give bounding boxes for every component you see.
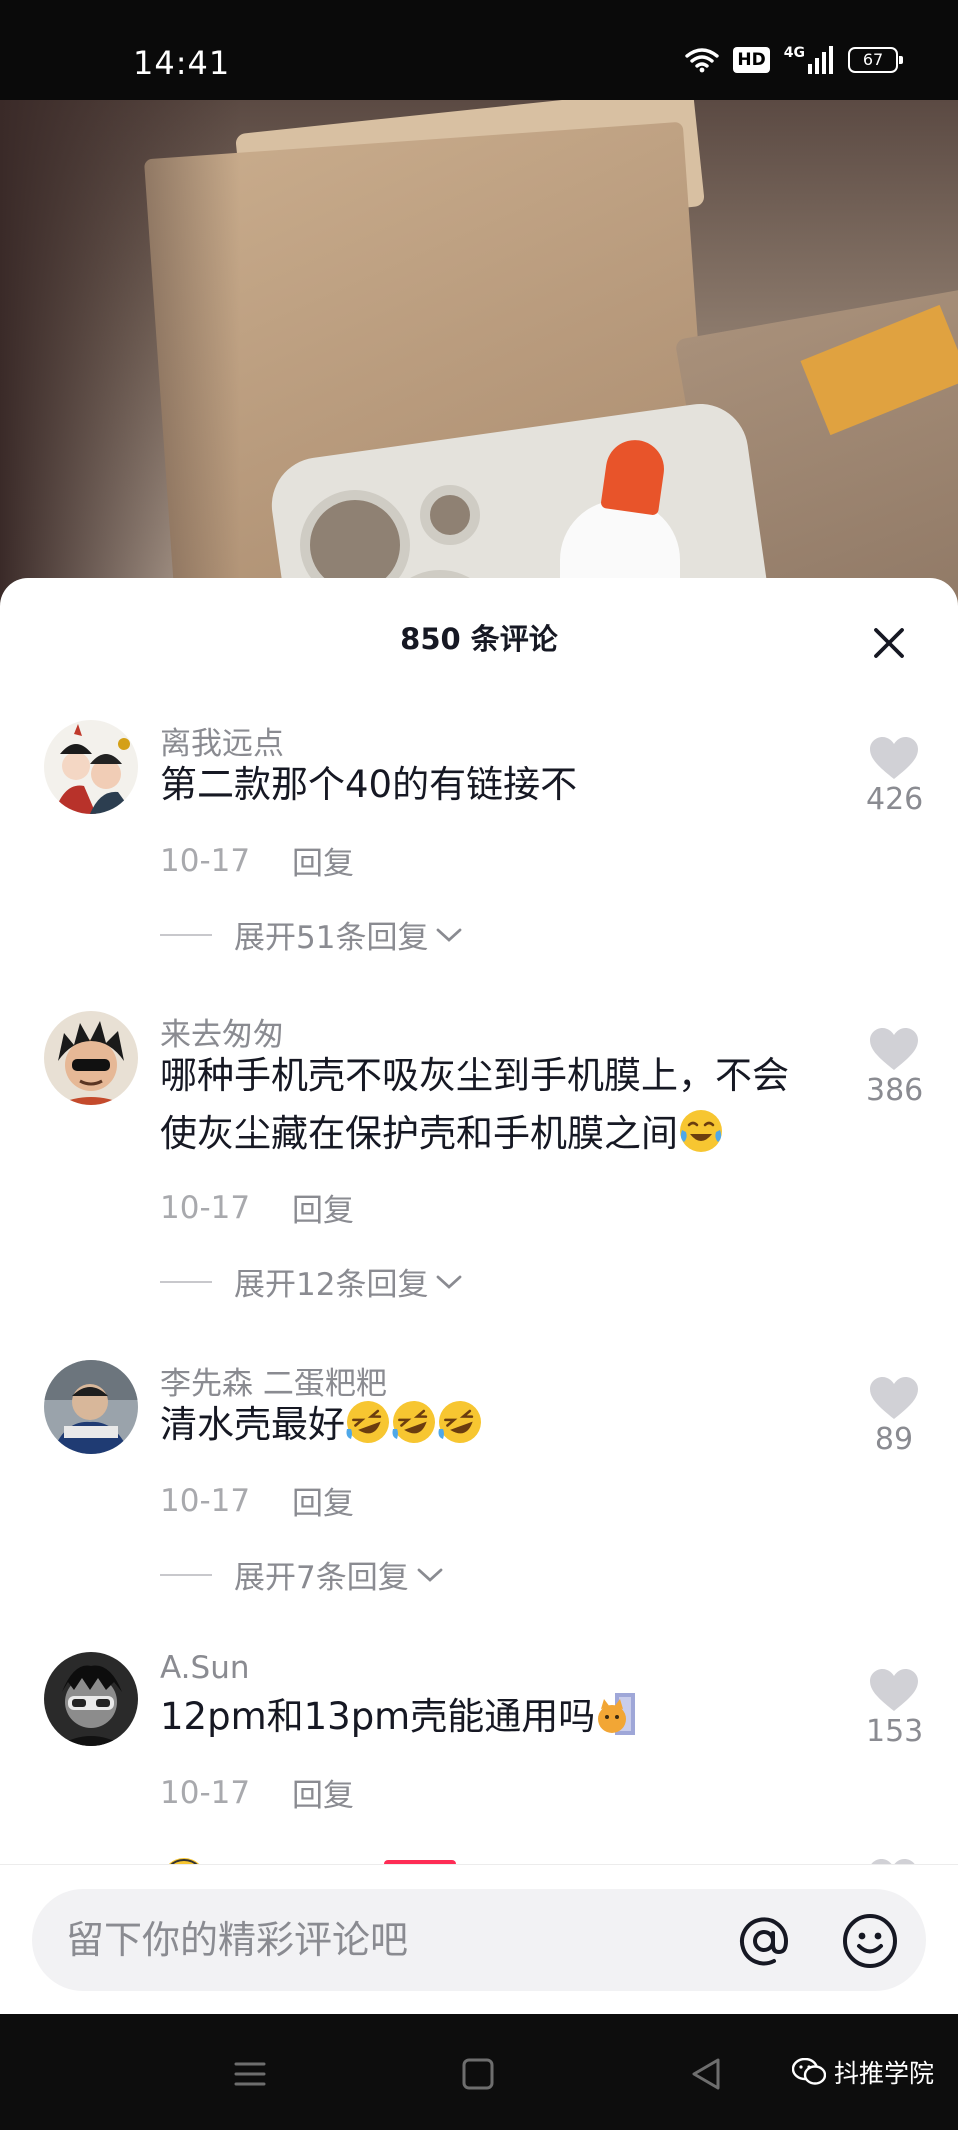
like-button[interactable]: 426 xyxy=(866,736,924,817)
comment-count-title: 850 条评论 xyxy=(400,622,558,656)
comment-date: 10-17 xyxy=(160,842,251,879)
peeking-cat-emoji xyxy=(598,1693,636,1735)
hd-badge: HD xyxy=(733,47,770,73)
like-count: 386 xyxy=(866,1073,924,1108)
close-icon[interactable] xyxy=(866,620,912,666)
comment-text: 第二款那个40的有链接不 xyxy=(160,756,820,814)
video-background[interactable] xyxy=(0,100,958,620)
comment-meta: 10-17 回复 xyxy=(160,838,354,883)
status-time: 14:41 xyxy=(133,44,231,82)
rolling-laughing-emoji xyxy=(346,1401,389,1443)
expand-replies-button[interactable]: 展开51条回复 xyxy=(160,912,464,957)
comment-text-content: 第二款那个40的有链接不 xyxy=(160,763,578,806)
signal-icon xyxy=(808,46,833,74)
like-count: 89 xyxy=(874,1422,914,1457)
crying-laughing-emoji xyxy=(680,1110,722,1152)
comment-text-content: 12pm和13pm壳能通用吗 xyxy=(160,1695,596,1738)
chevron-down-icon xyxy=(417,1568,443,1582)
rolling-laughing-emoji xyxy=(438,1401,481,1443)
avatar[interactable] xyxy=(44,1011,138,1105)
like-count: 426 xyxy=(866,782,924,817)
menu-icon[interactable] xyxy=(230,2054,270,2094)
video-shadow xyxy=(0,100,240,620)
heart-icon xyxy=(870,1028,918,1070)
comment-input-bar xyxy=(0,1864,958,2014)
comment-date: 10-17 xyxy=(160,1482,251,1519)
back-icon[interactable] xyxy=(686,2054,726,2094)
expand-replies-button[interactable]: 展开7条回复 xyxy=(160,1552,445,1597)
chevron-down-icon xyxy=(437,928,462,942)
expand-divider xyxy=(160,1573,212,1576)
rolling-laughing-emoji xyxy=(392,1401,435,1443)
at-icon[interactable] xyxy=(734,1911,794,1971)
video-lens-2 xyxy=(420,485,480,545)
wifi-icon xyxy=(685,48,720,73)
reply-button[interactable]: 回复 xyxy=(292,1478,354,1523)
like-button[interactable]: 153 xyxy=(866,1668,924,1749)
reply-button[interactable]: 回复 xyxy=(292,1770,354,1815)
signal-group: 4G xyxy=(784,46,834,74)
reply-button[interactable]: 回复 xyxy=(292,1185,354,1230)
comment-text: 12pm和13pm壳能通用吗 xyxy=(160,1688,820,1746)
expand-replies-label: 展开51条回复 xyxy=(234,920,429,956)
expand-divider xyxy=(160,933,212,936)
wechat-icon xyxy=(792,2058,826,2085)
expand-replies-label: 展开7条回复 xyxy=(234,1560,409,1596)
comment-date: 10-17 xyxy=(160,1774,251,1811)
chevron-down-icon xyxy=(437,1275,462,1289)
comment-username[interactable]: A.Sun xyxy=(160,1650,250,1686)
comment-text-content: 清水壳最好 xyxy=(160,1403,345,1446)
comment-meta: 10-17 回复 xyxy=(160,1770,354,1815)
comment-date: 10-17 xyxy=(160,1189,251,1226)
status-icons: HD 4G 67 xyxy=(685,46,903,74)
avatar[interactable] xyxy=(44,1360,138,1454)
comment-meta: 10-17 回复 xyxy=(160,1478,354,1523)
heart-icon xyxy=(870,1377,918,1419)
like-button[interactable]: 89 xyxy=(866,1376,922,1457)
expand-replies-label: 展开12条回复 xyxy=(234,1267,429,1303)
status-bar: 14:41 HD 4G 67 xyxy=(0,0,958,100)
home-icon[interactable] xyxy=(458,2054,498,2094)
heart-icon xyxy=(870,1669,918,1711)
avatar[interactable] xyxy=(44,1652,138,1746)
comment-text: 清水壳最好 xyxy=(160,1396,820,1454)
expand-replies-button[interactable]: 展开12条回复 xyxy=(160,1259,464,1304)
network-type-label: 4G xyxy=(783,45,805,61)
comment-meta: 10-17 回复 xyxy=(160,1185,354,1230)
comment-input-container xyxy=(32,1889,926,1991)
like-button[interactable]: 386 xyxy=(866,1027,924,1108)
comment-input[interactable] xyxy=(66,1889,726,1991)
battery-icon: 67 xyxy=(848,47,903,73)
watermark-text: 抖推学院 xyxy=(834,2059,935,2088)
avatar[interactable] xyxy=(44,720,138,814)
comment-sheet: 850 条评论 离我远点 第二款那个40的有链接不 10-17 回复 展开51条… xyxy=(0,578,958,2014)
reply-button[interactable]: 回复 xyxy=(292,838,354,883)
watermark: 抖推学院 xyxy=(792,2054,934,2090)
system-nav-bar: 抖推学院 xyxy=(0,2014,958,2130)
smiley-icon[interactable] xyxy=(840,1911,900,1971)
comment-text: 哪种手机壳不吸灰尘到手机膜上，不会使灰尘藏在保护壳和手机膜之间 xyxy=(160,1047,820,1163)
expand-divider xyxy=(160,1280,212,1283)
heart-icon xyxy=(870,737,918,779)
like-count: 153 xyxy=(866,1714,924,1749)
